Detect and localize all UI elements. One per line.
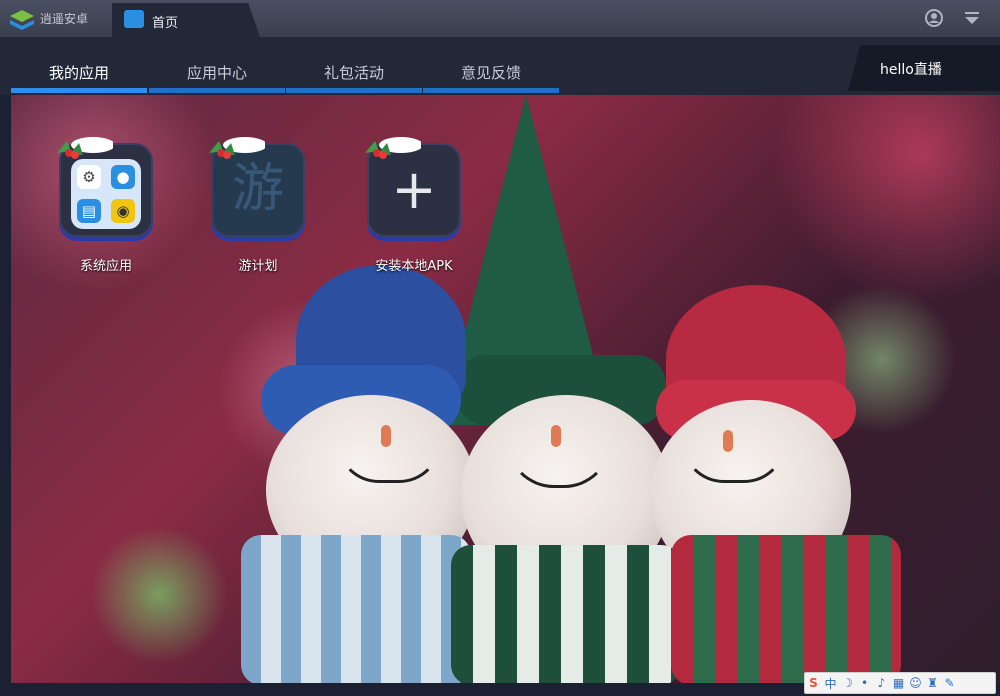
shirt-icon[interactable]: ♜ <box>924 676 941 690</box>
home-tab-icon <box>124 10 144 28</box>
camera-icon: ◉ <box>111 199 135 223</box>
home-tab-label: 首页 <box>152 16 179 31</box>
system-apps-icon: ⚙ ● ▤ ◉ <box>57 137 153 237</box>
tab-indicator <box>149 88 285 93</box>
user-icon <box>925 9 943 27</box>
gear-icon: ⚙ <box>77 165 101 189</box>
game-plan-label: 游计划 <box>238 259 278 274</box>
keyboard-icon[interactable]: ▦ <box>890 676 907 690</box>
tab-indicator <box>423 88 559 93</box>
mic-icon[interactable]: ♪ <box>873 676 890 690</box>
system-apps-label: 系统应用 <box>79 259 132 274</box>
tab-home[interactable]: 首页 <box>112 3 260 37</box>
game-plan-icon: 游 <box>209 137 305 237</box>
install-apk-label: 安装本地APK <box>375 259 453 274</box>
tab-indicator <box>286 88 422 93</box>
wrench-icon[interactable]: ✎ <box>941 676 958 690</box>
tab-indicator <box>11 88 147 93</box>
tab-gift-events[interactable]: 礼包活动 <box>286 37 422 95</box>
app-system-apps[interactable]: ⚙ ● ▤ ◉ 系统应用 <box>31 137 181 274</box>
live-stream-button[interactable]: hello直播 <box>848 45 1000 91</box>
live-stream-label: hello直播 <box>880 62 942 78</box>
app-game-plan[interactable]: 游 游计划 <box>183 137 333 274</box>
menu-dropdown-button[interactable] <box>962 8 982 28</box>
holly-decoration-icon <box>365 137 421 159</box>
dot-icon[interactable]: • <box>856 676 873 690</box>
app-install-apk[interactable]: + 安装本地APK <box>339 137 489 274</box>
install-apk-icon: + <box>365 137 461 237</box>
wallpaper-scarf-green <box>451 545 681 683</box>
tab-feedback-label: 意见反馈 <box>460 64 521 82</box>
tab-feedback[interactable]: 意见反馈 <box>423 37 559 95</box>
person-icon[interactable]: ☺ <box>907 676 924 690</box>
app-logo-icon <box>10 10 34 30</box>
main-nav: 我的应用 应用中心 礼包活动 意见反馈 hello直播 <box>0 37 1000 95</box>
globe-icon: ● <box>111 165 135 189</box>
title-bar: 逍遥安卓 首页 <box>0 0 1000 37</box>
ime-language-toggle[interactable]: 中 <box>822 675 839 692</box>
user-account-button[interactable] <box>924 8 944 28</box>
holly-decoration-icon <box>57 137 113 159</box>
tab-my-apps-label: 我的应用 <box>48 64 109 82</box>
left-border <box>0 95 11 683</box>
chevron-down-icon <box>965 12 979 24</box>
ime-toolbar: S 中 ☽ • ♪ ▦ ☺ ♜ ✎ <box>804 672 996 694</box>
moon-icon[interactable]: ☽ <box>839 676 856 690</box>
desktop-area: ⚙ ● ▤ ◉ 系统应用 游 游计划 + 安装本地APK <box>11 95 1000 683</box>
system-apps-grid: ⚙ ● ▤ ◉ <box>71 159 141 229</box>
tab-app-center-label: 应用中心 <box>186 64 247 82</box>
ime-logo-icon[interactable]: S <box>805 676 822 690</box>
holly-decoration-icon <box>209 137 265 159</box>
tab-my-apps[interactable]: 我的应用 <box>11 37 147 95</box>
wallpaper-scarf-blue <box>241 535 471 683</box>
app-name: 逍遥安卓 <box>40 12 89 26</box>
tab-gift-events-label: 礼包活动 <box>323 64 384 82</box>
file-manager-icon: ▤ <box>77 199 101 223</box>
wallpaper-scarf-red <box>671 535 901 683</box>
tab-app-center[interactable]: 应用中心 <box>149 37 285 95</box>
